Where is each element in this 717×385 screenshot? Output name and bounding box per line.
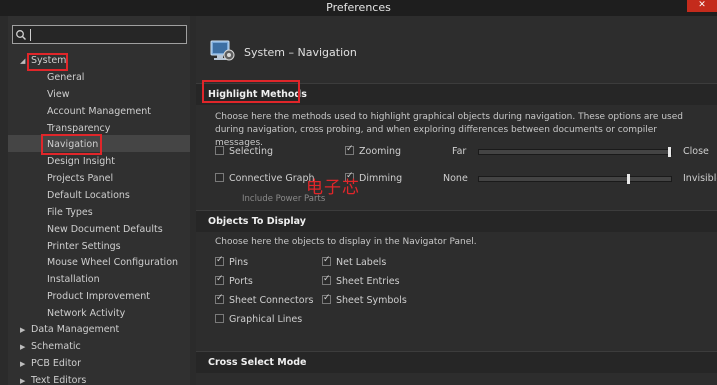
checkbox-box[interactable]	[322, 274, 331, 285]
tree-item-label: Design Insight	[47, 156, 116, 167]
watermark-text: 电子芯	[306, 178, 360, 198]
search-icon	[16, 30, 26, 40]
tree-item-pcb-editor[interactable]: ▶ PCB Editor	[20, 356, 82, 372]
sheet-entries-checkbox[interactable]: Sheet Entries	[322, 274, 400, 287]
tree-item-mouse-wheel-configuration[interactable]: Mouse Wheel Configuration	[47, 255, 178, 271]
checkbox-label: Sheet Connectors	[229, 295, 314, 306]
checkbox-label: Selecting	[229, 146, 273, 157]
dimming-slider[interactable]	[478, 174, 672, 184]
section-title: Cross Select Mode	[208, 357, 307, 368]
tree-item-installation[interactable]: Installation	[47, 272, 100, 288]
tree-item-label: Default Locations	[47, 190, 130, 201]
tree-item-label: Network Activity	[47, 308, 126, 319]
navigation-settings-icon	[210, 40, 235, 61]
graphical-lines-checkbox[interactable]: Graphical Lines	[215, 314, 302, 325]
collapsed-arrow-icon[interactable]: ▶	[20, 339, 25, 355]
dim-min-label: None	[443, 173, 468, 184]
tree-item-label: Product Improvement	[47, 291, 150, 302]
checkbox-label: Ports	[229, 276, 253, 287]
tree-item-file-types[interactable]: File Types	[47, 205, 93, 221]
checkbox-label: Sheet Symbols	[336, 295, 407, 306]
tree-item-label: Schematic	[31, 341, 81, 352]
checkbox-label: Zooming	[359, 146, 402, 157]
dim-max-label: Invisible	[683, 173, 717, 184]
tree-item-label: General	[47, 72, 85, 83]
tree-item-new-document-defaults[interactable]: New Document Defaults	[47, 222, 163, 238]
checkbox-label: Graphical Lines	[229, 314, 303, 325]
ports-checkbox[interactable]: Ports	[215, 274, 253, 287]
tree-item-label: New Document Defaults	[47, 224, 163, 235]
tree-item-label: Data Management	[31, 324, 120, 335]
selecting-checkbox[interactable]: Selecting	[215, 146, 273, 157]
checkbox-box[interactable]	[322, 255, 331, 266]
tree-item-label: Installation	[47, 274, 100, 285]
collapsed-arrow-icon[interactable]: ▶	[20, 356, 25, 372]
zoom-min-label: Far	[452, 146, 467, 157]
window-title: Preferences	[326, 1, 391, 14]
zoom-max-label: Close	[683, 146, 709, 157]
objects-description: Choose here the objects to display in th…	[215, 237, 477, 247]
tree-item-design-insight[interactable]: Design Insight	[47, 154, 115, 170]
checkbox-box[interactable]	[215, 293, 224, 304]
section-objects-to-display: Objects To Display	[196, 210, 717, 232]
tree-item-view[interactable]: View	[47, 87, 70, 103]
tree-item-account-management[interactable]: Account Management	[47, 104, 151, 120]
checkbox-box[interactable]	[215, 255, 224, 266]
zooming-checkbox[interactable]: Zooming	[345, 144, 402, 157]
zoom-slider[interactable]	[478, 147, 672, 157]
tree-item-product-improvement[interactable]: Product Improvement	[47, 289, 150, 305]
checkbox-label: Connective Graph	[229, 173, 315, 184]
close-button[interactable]: ✕	[687, 0, 717, 12]
highlight-box-navigation	[41, 134, 102, 155]
section-title: Objects To Display	[208, 216, 306, 227]
tree-item-label: File Types	[47, 207, 93, 218]
connective-graph-checkbox[interactable]: Connective Graph	[215, 173, 315, 184]
checkbox-label: Pins	[229, 257, 249, 268]
tree-item-text-editors[interactable]: ▶ Text Editors	[20, 373, 87, 385]
tree-item-label: Transparency	[47, 123, 111, 134]
tree-item-label: Projects Panel	[47, 173, 114, 184]
title-bar: Preferences ✕	[0, 0, 717, 16]
tree-item-label: Text Editors	[31, 375, 87, 385]
highlight-description: Choose here the methods used to highligh…	[215, 112, 683, 148]
tree-item-label: Printer Settings	[47, 241, 121, 252]
checkbox-label: Dimming	[359, 173, 403, 184]
checkbox-box[interactable]	[322, 293, 331, 304]
checkbox-box[interactable]	[345, 144, 354, 155]
section-cross-select-mode: Cross Select Mode	[196, 351, 717, 373]
tree-item-schematic[interactable]: ▶ Schematic	[20, 339, 81, 355]
slider-thumb[interactable]	[627, 174, 630, 184]
tree-item-label: PCB Editor	[31, 358, 82, 369]
expand-arrow-icon[interactable]: ◢	[20, 53, 25, 69]
checkbox-label: Net Labels	[336, 257, 387, 268]
sheet-connectors-checkbox[interactable]: Sheet Connectors	[215, 293, 314, 306]
search-input[interactable]	[12, 25, 187, 44]
checkbox-box[interactable]	[215, 274, 224, 285]
tree-item-projects-panel[interactable]: Projects Panel	[47, 171, 113, 187]
highlight-box-system	[27, 53, 68, 71]
tree-item-label: Mouse Wheel Configuration	[47, 257, 179, 268]
tree-item-data-management[interactable]: ▶ Data Management	[20, 322, 120, 338]
settings-pane: System – Navigation Highlight Methods Ch…	[196, 16, 717, 385]
pins-checkbox[interactable]: Pins	[215, 255, 249, 268]
tree-item-default-locations[interactable]: Default Locations	[47, 188, 130, 204]
tree-item-network-activity[interactable]: Network Activity	[47, 306, 125, 322]
tree-item-label: View	[47, 89, 70, 100]
checkbox-box[interactable]	[215, 173, 224, 182]
highlight-box-highlight-methods	[202, 80, 300, 103]
slider-thumb[interactable]	[668, 147, 671, 157]
tree-item-label: Account Management	[47, 106, 151, 117]
checkbox-label: Sheet Entries	[336, 276, 400, 287]
sheet-symbols-checkbox[interactable]: Sheet Symbols	[322, 293, 407, 306]
page-title: System – Navigation	[244, 46, 357, 59]
tree-item-printer-settings[interactable]: Printer Settings	[47, 239, 121, 255]
net-labels-checkbox[interactable]: Net Labels	[322, 255, 387, 268]
collapsed-arrow-icon[interactable]: ▶	[20, 373, 25, 385]
checkbox-box[interactable]	[215, 314, 224, 323]
navigation-pane: ◢ System General View Account Management…	[8, 16, 190, 385]
tree-item-general[interactable]: General	[47, 70, 84, 86]
text-cursor	[30, 29, 31, 41]
checkbox-box[interactable]	[215, 146, 224, 155]
collapsed-arrow-icon[interactable]: ▶	[20, 322, 25, 338]
